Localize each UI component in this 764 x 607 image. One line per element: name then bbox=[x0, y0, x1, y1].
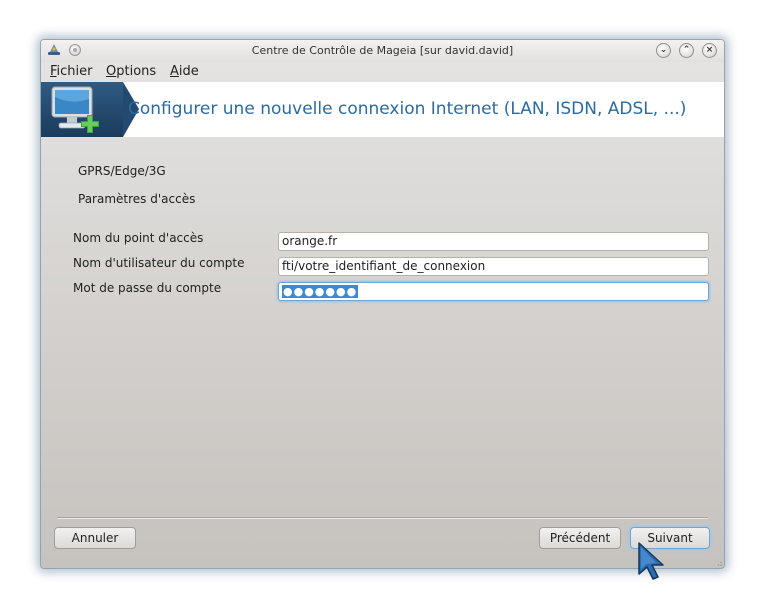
title-bar[interactable]: Centre de Contrôle de Mageia [sur david.… bbox=[41, 40, 724, 62]
menu-help[interactable]: Aide bbox=[170, 64, 199, 79]
wizard-title: Configurer une nouvelle connexion Intern… bbox=[128, 99, 687, 119]
mouse-cursor-icon bbox=[638, 542, 664, 580]
username-input[interactable]: fti/votre_identifiant_de_connexion bbox=[278, 257, 709, 276]
username-label: Nom d'utilisateur du compte bbox=[73, 256, 245, 270]
menu-options-label: ptions bbox=[116, 64, 157, 79]
menu-help-mnemonic: A bbox=[170, 64, 179, 79]
minimize-button[interactable]: ⌄ bbox=[656, 43, 671, 58]
password-label: Mot de passe du compte bbox=[73, 281, 222, 295]
menu-file[interactable]: Fichier bbox=[50, 64, 93, 79]
button-separator bbox=[57, 517, 708, 519]
window-title: Centre de Contrôle de Mageia [sur david.… bbox=[251, 44, 514, 57]
wizard-banner: Configurer une nouvelle connexion Intern… bbox=[41, 82, 724, 137]
network-monitor-add-icon bbox=[51, 86, 99, 133]
menu-file-label: ichier bbox=[56, 64, 93, 79]
password-input[interactable]: ●●●●●●● bbox=[278, 282, 709, 301]
maximize-button[interactable]: ⌃ bbox=[679, 43, 694, 58]
banner-icon-box bbox=[41, 82, 123, 137]
menu-options[interactable]: Options bbox=[106, 64, 156, 79]
main-window: Centre de Contrôle de Mageia [sur david.… bbox=[40, 39, 725, 569]
username-value: fti/votre_identifiant_de_connexion bbox=[282, 259, 486, 273]
password-value: ●●●●●●● bbox=[282, 285, 359, 298]
resize-grip-icon[interactable] bbox=[716, 560, 722, 566]
close-button[interactable]: × bbox=[702, 43, 717, 58]
menu-help-label: ide bbox=[178, 64, 199, 79]
access-settings-title: Paramètres d'accès bbox=[78, 192, 196, 206]
connection-type-label: GPRS/Edge/3G bbox=[78, 164, 166, 178]
access-point-label: Nom du point d'accès bbox=[73, 231, 204, 245]
access-point-input[interactable]: orange.fr bbox=[278, 232, 709, 251]
previous-button[interactable]: Précédent bbox=[539, 527, 621, 549]
menu-bar: Fichier Options Aide bbox=[41, 62, 724, 82]
menu-options-mnemonic: O bbox=[106, 64, 117, 79]
cancel-button[interactable]: Annuler bbox=[54, 527, 136, 549]
access-point-value: orange.fr bbox=[282, 234, 338, 248]
